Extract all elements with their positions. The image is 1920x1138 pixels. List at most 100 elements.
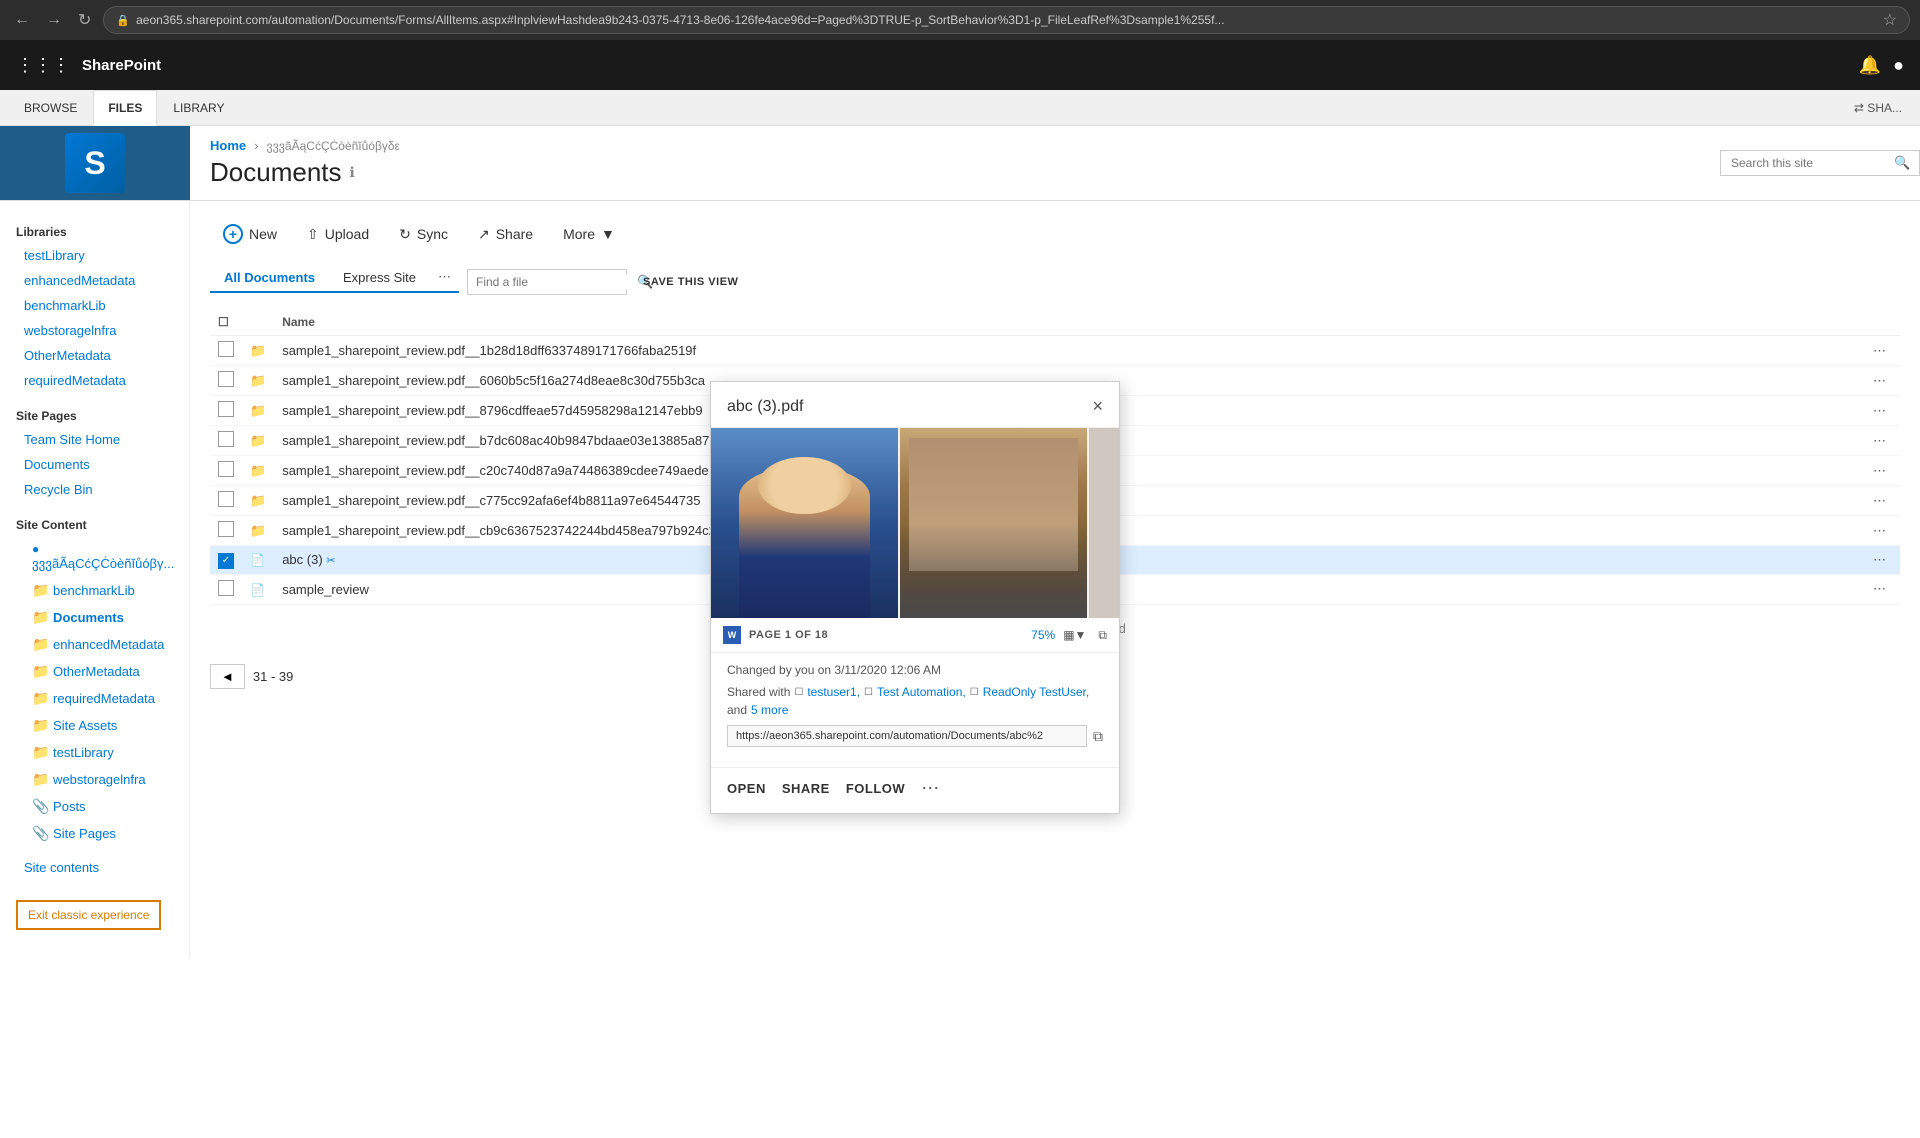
new-button[interactable]: + New: [210, 217, 290, 251]
notification-bell-icon[interactable]: 🔔: [1859, 55, 1881, 76]
forward-button[interactable]: →: [42, 7, 66, 33]
sidebar-content-posts[interactable]: 📎 Posts: [0, 793, 189, 820]
file-name[interactable]: sample1_sharepoint_review.pdf__1b28d18df…: [274, 336, 1859, 366]
tab-more-icon[interactable]: ⋯: [430, 263, 459, 291]
row-menu-icon[interactable]: ⋯: [1867, 491, 1892, 510]
ribbon-share-btn[interactable]: ⇄ SHA...: [1846, 97, 1910, 119]
shared-more-link[interactable]: 5 more: [751, 703, 788, 717]
row-checkbox[interactable]: [218, 521, 234, 537]
sync-label: Sync: [417, 226, 448, 242]
preview-person-right: [900, 428, 1087, 618]
row-menu-icon[interactable]: ⋯: [1867, 521, 1892, 540]
copy-url-icon[interactable]: ⧉: [1093, 728, 1103, 745]
sync-button[interactable]: ↻ Sync: [386, 219, 461, 250]
fullscreen-icon[interactable]: ⧉: [1098, 628, 1107, 643]
sidebar-content-sitepages[interactable]: 📎 Site Pages: [0, 820, 189, 847]
popup-url-field[interactable]: https://aeon365.sharepoint.com/automatio…: [727, 725, 1087, 747]
popup-preview: [711, 428, 1119, 618]
follow-button[interactable]: FOLLOW: [846, 781, 905, 796]
tab-express-site[interactable]: Express Site: [329, 264, 430, 293]
find-file-input[interactable]: [476, 275, 631, 289]
sidebar-item-recycle-bin[interactable]: Recycle Bin: [0, 477, 189, 502]
sidebar-item-webstorage[interactable]: webstoragelnfra: [0, 318, 189, 343]
preview-person-left: [711, 428, 898, 618]
info-icon[interactable]: ℹ: [350, 164, 355, 181]
select-all-checkbox[interactable]: ☐: [218, 315, 229, 329]
header-search-box[interactable]: 🔍: [1720, 150, 1920, 176]
share-button[interactable]: ↗ Share: [465, 219, 546, 250]
back-button[interactable]: ←: [10, 7, 34, 33]
row-checkbox[interactable]: [218, 461, 234, 477]
breadcrumb-home-link[interactable]: Home: [210, 138, 246, 153]
popup-close-button[interactable]: ×: [1092, 396, 1103, 417]
row-menu-icon[interactable]: ⋯: [1867, 431, 1892, 450]
sidebar-content-benchmarklib[interactable]: 📁 benchmarkLib: [0, 577, 189, 604]
view-mode-icon[interactable]: ▦▼: [1063, 628, 1086, 642]
row-checkbox[interactable]: [218, 341, 234, 357]
user-menu-icon[interactable]: ●: [1893, 55, 1904, 76]
save-view-button[interactable]: SAVE THIS VIEW: [643, 276, 738, 288]
shared-user-2[interactable]: Test Automation,: [877, 685, 966, 699]
refresh-button[interactable]: ↻: [74, 6, 95, 34]
row-checkbox[interactable]: [218, 491, 234, 507]
address-bar[interactable]: 🔒 aeon365.sharepoint.com/automation/Docu…: [103, 6, 1910, 34]
prev-page-button[interactable]: ◄: [210, 664, 245, 689]
row-menu-icon[interactable]: ⋯: [1867, 579, 1892, 598]
tab-files[interactable]: FILES: [93, 90, 157, 126]
toolbar: + New ⇧ Upload ↻ Sync ↗ Share More ▼: [210, 217, 1900, 251]
col-icon: [242, 309, 274, 336]
sidebar-content-webstorage[interactable]: 📁 webstoragelnfra: [0, 766, 189, 793]
tab-browse[interactable]: BROWSE: [10, 90, 91, 126]
folder-icon: 📁: [250, 373, 266, 388]
row-menu-icon[interactable]: ⋯: [1867, 550, 1892, 569]
sidebar-content-testlibrary[interactable]: 📁 testLibrary: [0, 739, 189, 766]
col-name[interactable]: Name: [274, 309, 1859, 336]
sidebar-item-testlibrary[interactable]: testLibrary: [0, 243, 189, 268]
sidebar-content-requiredmetadata[interactable]: 📁 requiredMetadata: [0, 685, 189, 712]
sidebar-item-enhancedmetadata[interactable]: enhancedMetadata: [0, 268, 189, 293]
file-search-box[interactable]: 🔍: [467, 269, 627, 295]
row-checkbox[interactable]: [218, 580, 234, 596]
open-button[interactable]: OPEN: [727, 781, 766, 796]
row-menu-icon[interactable]: ⋯: [1867, 341, 1892, 360]
waffle-icon[interactable]: ⋮⋮⋮: [16, 55, 70, 76]
main-content: + New ⇧ Upload ↻ Sync ↗ Share More ▼: [190, 201, 1920, 958]
sidebar-site-contents[interactable]: Site contents: [0, 855, 189, 880]
sidebar-content-enhancedmetadata[interactable]: 📁 enhancedMetadata: [0, 631, 189, 658]
upload-button[interactable]: ⇧ Upload: [294, 219, 382, 250]
row-menu-icon[interactable]: ⋯: [1867, 461, 1892, 480]
row-menu-icon[interactable]: ⋯: [1867, 371, 1892, 390]
site-logo-area: S: [0, 126, 190, 200]
popup-more-icon[interactable]: ⋯: [921, 778, 939, 799]
row-checkbox-checked[interactable]: ✓: [218, 553, 234, 569]
shared-user-1[interactable]: testuser1,: [807, 685, 860, 699]
row-menu-icon[interactable]: ⋯: [1867, 401, 1892, 420]
exit-classic-button[interactable]: Exit classic experience: [16, 900, 161, 930]
row-checkbox[interactable]: [218, 371, 234, 387]
table-row[interactable]: 📁 sample1_sharepoint_review.pdf__1b28d18…: [210, 336, 1900, 366]
bookmark-star-icon[interactable]: ☆: [1883, 10, 1897, 30]
sidebar-item-benchmarklib[interactable]: benchmarkLib: [0, 293, 189, 318]
share-action-button[interactable]: SHARE: [782, 781, 830, 796]
col-select-all[interactable]: ☐: [210, 309, 242, 336]
shared-user-3[interactable]: ReadOnly TestUser,: [983, 685, 1090, 699]
sidebar-content-othermetadata[interactable]: 📁 OtherMetadata: [0, 658, 189, 685]
sidebar-item-documents[interactable]: Documents: [0, 452, 189, 477]
folder-icon: 📁: [250, 523, 266, 538]
tab-all-documents[interactable]: All Documents: [210, 264, 329, 293]
sidebar-content-site[interactable]: ● ვვვãÃąCćÇĊòèñĭůóβγ...: [0, 536, 189, 577]
sidebar-item-requiredmetadata[interactable]: requiredMetadata: [0, 368, 189, 393]
page-title-text: Documents: [210, 157, 342, 188]
row-checkbox[interactable]: [218, 401, 234, 417]
sidebar-item-othermetadata[interactable]: OtherMetadata: [0, 343, 189, 368]
col-modified[interactable]: [1859, 309, 1900, 336]
row-checkbox[interactable]: [218, 431, 234, 447]
tab-library[interactable]: LIBRARY: [159, 90, 238, 126]
sidebar-content-siteassets[interactable]: 📁 Site Assets: [0, 712, 189, 739]
popup-meta: Changed by you on 3/11/2020 12:06 AM Sha…: [711, 653, 1119, 767]
new-label: New: [249, 226, 277, 242]
search-input[interactable]: [1731, 156, 1886, 170]
sidebar-item-team-site-home[interactable]: Team Site Home: [0, 427, 189, 452]
sidebar-content-documents[interactable]: 📁 Documents: [0, 604, 189, 631]
more-button[interactable]: More ▼: [550, 219, 628, 249]
